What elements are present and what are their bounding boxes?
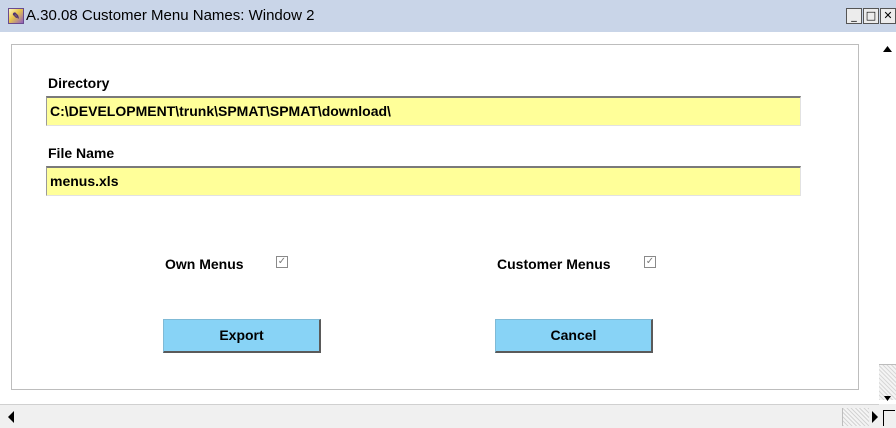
export-button[interactable]: Export xyxy=(163,319,321,353)
customer-menus-checkbox[interactable]: ✓ xyxy=(644,256,656,268)
scroll-up-arrow-icon[interactable] xyxy=(879,42,896,56)
maximize-button[interactable]: □ xyxy=(863,8,879,24)
scroll-left-arrow-icon[interactable] xyxy=(4,407,18,427)
horizontal-scroll-thumb[interactable] xyxy=(842,408,869,426)
own-menus-label: Own Menus xyxy=(165,256,244,272)
cancel-button[interactable]: Cancel xyxy=(495,319,653,353)
app-icon[interactable]: ✎ xyxy=(8,8,24,24)
title-bar: ✎ A.30.08 Customer Menu Names: Window 2 … xyxy=(0,0,896,32)
scroll-corner xyxy=(879,404,896,428)
customer-menus-label: Customer Menus xyxy=(497,256,611,272)
directory-field[interactable]: C:\DEVELOPMENT\trunk\SPMAT\SPMAT\downloa… xyxy=(46,96,801,126)
scroll-down-arrow-icon[interactable] xyxy=(879,394,896,404)
directory-label: Directory xyxy=(48,75,110,91)
filename-field[interactable]: menus.xls xyxy=(46,166,801,196)
vertical-scrollbar[interactable] xyxy=(879,32,896,404)
filename-label: File Name xyxy=(48,145,115,161)
form-panel: Directory C:\DEVELOPMENT\trunk\SPMAT\SPM… xyxy=(11,44,859,390)
window-title: A.30.08 Customer Menu Names: Window 2 xyxy=(26,7,315,24)
own-menus-checkbox[interactable]: ✓ xyxy=(276,256,288,268)
minimize-button[interactable]: _ xyxy=(846,8,862,24)
horizontal-scrollbar[interactable] xyxy=(0,404,879,428)
close-button[interactable]: ✕ xyxy=(880,8,896,24)
